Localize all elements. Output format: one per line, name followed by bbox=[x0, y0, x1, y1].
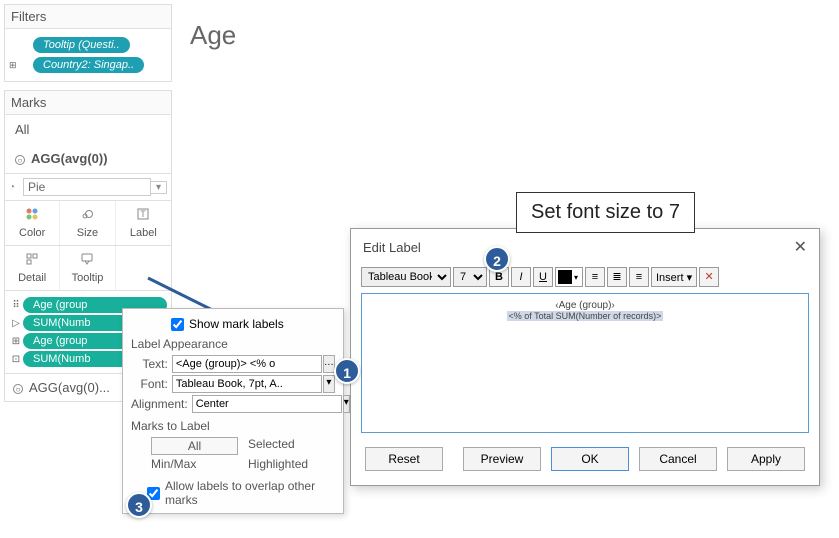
insert-field-button[interactable]: Insert ▾ bbox=[651, 267, 697, 287]
allow-overlap-label: Allow labels to overlap other marks bbox=[165, 479, 335, 507]
align-center-button[interactable]: ≣ bbox=[607, 267, 627, 287]
font-dropdown-button[interactable]: ▾ bbox=[323, 375, 335, 393]
label-t-icon: ⊞ bbox=[9, 336, 23, 347]
italic-button[interactable]: I bbox=[511, 267, 531, 287]
filters-panel: Filters Tooltip (Questi.. ⊞ Country2: Sin… bbox=[4, 4, 172, 82]
chevron-down-icon[interactable]: ▾ bbox=[151, 181, 167, 194]
underline-button[interactable]: U bbox=[533, 267, 553, 287]
callout-2: 2 bbox=[484, 246, 510, 272]
cancel-button[interactable]: Cancel bbox=[639, 447, 717, 471]
alignment-label: Alignment: bbox=[131, 397, 192, 411]
mark-type-select[interactable]: Pie bbox=[23, 178, 151, 196]
svg-text:T: T bbox=[141, 209, 147, 219]
detail-icon bbox=[7, 252, 57, 270]
shelf-detail[interactable]: Detail bbox=[5, 246, 60, 290]
mtl-selected[interactable]: Selected bbox=[248, 437, 335, 455]
show-mark-labels-label: Show mark labels bbox=[189, 317, 284, 331]
size-icon bbox=[62, 207, 112, 225]
align-right-button[interactable]: ≡ bbox=[629, 267, 649, 287]
filter-pill-country[interactable]: Country2: Singap.. bbox=[33, 57, 144, 73]
marks-header: Marks bbox=[5, 91, 171, 115]
font-size-select[interactable]: 7 bbox=[453, 267, 487, 287]
tooltip-icon bbox=[62, 252, 112, 270]
circle-icon: ○ bbox=[13, 384, 23, 394]
callout-1: 1 bbox=[334, 358, 360, 384]
marks-to-label-header: Marks to Label bbox=[131, 419, 335, 433]
shelf-tooltip[interactable]: Tooltip bbox=[60, 246, 115, 290]
text-label: Text: bbox=[131, 357, 172, 371]
shelf-color[interactable]: Color bbox=[5, 201, 60, 245]
ok-button[interactable]: OK bbox=[551, 447, 629, 471]
filter-pill-tooltip[interactable]: Tooltip (Questi.. bbox=[33, 37, 130, 53]
close-icon[interactable]: ✕ bbox=[794, 237, 807, 257]
label-icon: T bbox=[118, 207, 169, 225]
callout-text-box: Set font size to 7 bbox=[516, 192, 695, 233]
show-mark-labels-checkbox[interactable] bbox=[171, 318, 184, 331]
editor-content-line1: ‹Age (group)› bbox=[368, 300, 802, 311]
label-appearance-header: Label Appearance bbox=[131, 337, 335, 351]
label-alignment-select[interactable] bbox=[192, 395, 342, 413]
align-left-button[interactable]: ≡ bbox=[585, 267, 605, 287]
pie-icon: ◔ bbox=[9, 182, 23, 193]
apply-button[interactable]: Apply bbox=[727, 447, 805, 471]
color-icon bbox=[7, 207, 57, 225]
shelf-size[interactable]: Size bbox=[60, 201, 115, 245]
filters-header: Filters bbox=[5, 5, 171, 29]
mtl-minmax[interactable]: Min/Max bbox=[151, 457, 238, 471]
mtl-all-button[interactable]: All bbox=[151, 437, 238, 455]
editor-toolbar: Tableau Book 7 B I U ▾ ≡ ≣ ≡ Insert ▾ ✕ bbox=[351, 265, 819, 289]
alignment-dropdown-button[interactable]: ▾ bbox=[343, 395, 350, 413]
page-title: Age bbox=[190, 20, 236, 51]
editor-content-line2: <% of Total SUM(Number of records)> bbox=[507, 311, 664, 321]
edit-label-dialog: Edit Label ✕ Tableau Book 7 B I U ▾ ≡ ≣ … bbox=[350, 228, 820, 486]
circle-icon: ○ bbox=[15, 155, 25, 165]
reset-button[interactable]: Reset bbox=[365, 447, 443, 471]
label-text-input[interactable] bbox=[172, 355, 322, 373]
angle-icon: ▷ bbox=[9, 318, 23, 329]
clear-format-button[interactable]: ✕ bbox=[699, 267, 719, 287]
shelf-empty bbox=[116, 246, 171, 290]
marks-tab-agg[interactable]: ○AGG(avg(0)) bbox=[5, 144, 171, 173]
dialog-title: Edit Label bbox=[363, 240, 421, 255]
marks-tab-all[interactable]: All bbox=[5, 115, 171, 144]
shelf-label[interactable]: TLabel bbox=[116, 201, 171, 245]
font-label: Font: bbox=[131, 377, 172, 391]
label-editor-textarea[interactable]: ‹Age (group)› <% of Total SUM(Number of … bbox=[361, 293, 809, 433]
callout-3: 3 bbox=[126, 492, 152, 518]
color-dots-icon: ⠿ bbox=[9, 300, 23, 311]
label-t2-icon: ⊡ bbox=[9, 354, 23, 365]
preview-button[interactable]: Preview bbox=[463, 447, 541, 471]
font-family-select[interactable]: Tableau Book bbox=[361, 267, 451, 287]
mtl-highlighted[interactable]: Highlighted bbox=[248, 457, 335, 471]
font-color-picker[interactable]: ▾ bbox=[555, 267, 583, 287]
label-font-select[interactable] bbox=[172, 375, 322, 393]
label-options-popup: Show mark labels Label Appearance Text: … bbox=[122, 308, 344, 514]
pill-indicator-icon: ⊞ bbox=[9, 60, 19, 71]
